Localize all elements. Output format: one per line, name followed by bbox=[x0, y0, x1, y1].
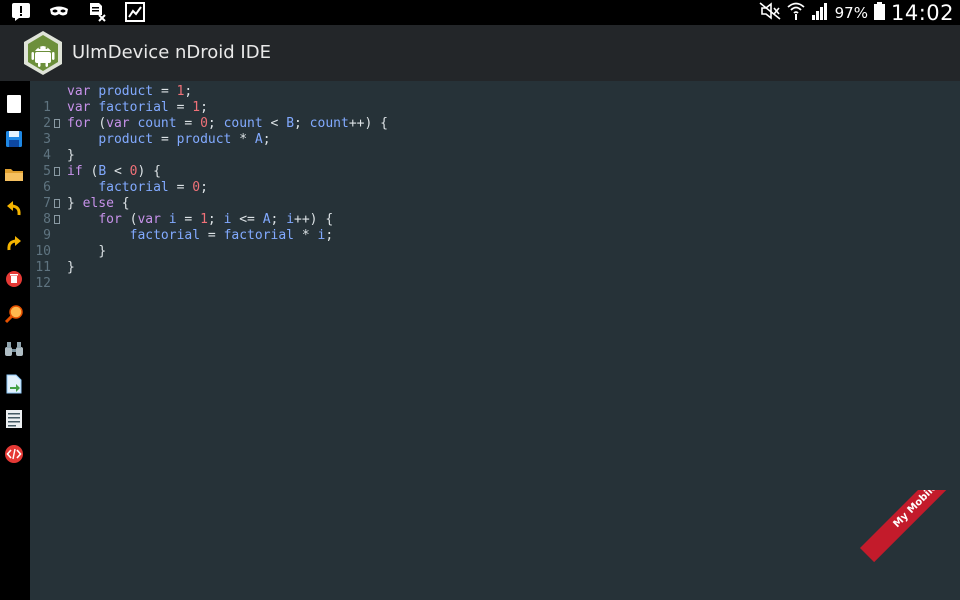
redo-button[interactable] bbox=[3, 233, 25, 255]
undo-icon bbox=[7, 201, 21, 216]
delete-button[interactable] bbox=[3, 268, 25, 290]
new-file-icon bbox=[7, 95, 21, 113]
export-file-button[interactable] bbox=[3, 373, 25, 395]
code-text: } bbox=[67, 260, 75, 275]
find-replace-button[interactable] bbox=[3, 338, 25, 360]
code-line: 8 } else { bbox=[30, 196, 930, 227]
fold-marker-icon[interactable] bbox=[54, 119, 60, 128]
code-text: factorial = 0; bbox=[98, 180, 208, 195]
open-folder-button[interactable] bbox=[3, 163, 25, 185]
code-line: 11 } bbox=[30, 244, 930, 275]
save-button[interactable] bbox=[3, 128, 25, 150]
save-icon bbox=[6, 131, 22, 147]
code-text: var factorial = 1; bbox=[67, 100, 208, 115]
code-text: } else { bbox=[67, 196, 130, 211]
signal-icon bbox=[811, 2, 829, 24]
code-editor[interactable]: 1 var product = 1; 2 var factorial = 1; … bbox=[30, 81, 960, 600]
new-file-button[interactable] bbox=[3, 93, 25, 115]
text-document-button[interactable] bbox=[3, 408, 25, 430]
status-bar: 97% 14:02 bbox=[0, 0, 960, 25]
code-line: 1 var product = 1; bbox=[30, 84, 930, 115]
code-text: } bbox=[98, 244, 107, 259]
fold-marker-icon[interactable] bbox=[54, 199, 60, 208]
app-title: UlmDevice nDroid IDE bbox=[72, 42, 271, 63]
search-button[interactable] bbox=[3, 303, 25, 325]
battery-percent: 97% bbox=[834, 3, 868, 22]
watermark-text: My Mobile Apps bbox=[860, 490, 960, 563]
redo-icon bbox=[7, 236, 21, 251]
alert-icon bbox=[10, 2, 32, 22]
code-text: } bbox=[67, 148, 75, 163]
watermark-ribbon: My Mobile Apps bbox=[850, 490, 960, 600]
action-bar: UlmDevice nDroid IDE bbox=[0, 25, 960, 81]
code-text: if (B < 0) { bbox=[67, 164, 161, 179]
binoculars-icon bbox=[5, 342, 23, 356]
export-file-icon bbox=[6, 374, 22, 394]
code-text: for (var i = 1; i <= A; i++) { bbox=[98, 212, 334, 227]
fold-marker-icon[interactable] bbox=[54, 167, 60, 176]
code-line: 10 factorial = factorial * i; bbox=[30, 228, 930, 259]
document-x-icon bbox=[86, 2, 108, 22]
code-line: 5 } bbox=[30, 148, 930, 179]
code-text: var product = 1; bbox=[67, 84, 193, 99]
code-line: 3 for (var count = 0; count < B; count++… bbox=[30, 116, 930, 147]
editor-toolbar bbox=[0, 81, 30, 600]
code-line: 6 if (B < 0) { bbox=[30, 164, 930, 195]
search-icon bbox=[4, 305, 23, 324]
code-line: 12 } bbox=[30, 260, 930, 291]
folder-icon bbox=[5, 169, 23, 181]
android-logo-icon[interactable] bbox=[20, 30, 66, 76]
code-line: 9 for (var i = 1; i <= A; i++) { bbox=[30, 212, 930, 243]
battery-icon bbox=[873, 1, 885, 24]
incognito-mask-icon bbox=[48, 2, 70, 22]
code-line: 7 factorial = 0; bbox=[30, 180, 930, 211]
code-text: for (var count = 0; count < B; count++) … bbox=[67, 116, 388, 131]
code-text: factorial = factorial * i; bbox=[129, 228, 334, 243]
code-text: product = product * A; bbox=[98, 132, 271, 147]
text-document-icon bbox=[6, 410, 22, 428]
mute-icon bbox=[759, 1, 781, 24]
code-line: 2 var factorial = 1; bbox=[30, 100, 930, 131]
delete-icon bbox=[6, 271, 22, 287]
fold-marker-icon[interactable] bbox=[54, 215, 60, 224]
code-line: 4 product = product * A; bbox=[30, 132, 930, 163]
gallery-icon bbox=[124, 2, 146, 22]
clock: 14:02 bbox=[890, 0, 954, 25]
code-button[interactable] bbox=[3, 443, 25, 465]
undo-button[interactable] bbox=[3, 198, 25, 220]
line-number: 12 bbox=[35, 276, 51, 291]
wifi-icon bbox=[787, 1, 805, 25]
code-icon bbox=[5, 445, 23, 463]
